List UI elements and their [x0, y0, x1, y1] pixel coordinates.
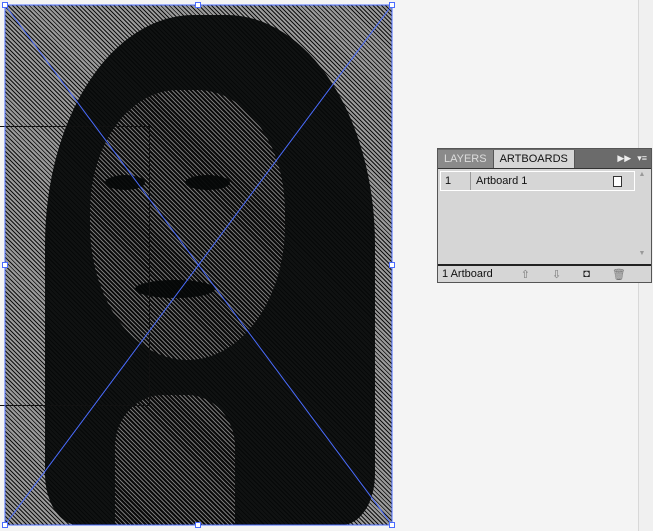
resize-handle[interactable]	[389, 522, 395, 528]
artboard-count: 1 Artboard	[442, 268, 493, 280]
move-up-icon[interactable]: ⇧	[521, 268, 530, 281]
resize-handle[interactable]	[2, 2, 8, 8]
resize-handle[interactable]	[2, 262, 8, 268]
resize-handle[interactable]	[2, 522, 8, 528]
resize-handle[interactable]	[195, 2, 201, 8]
resize-handle[interactable]	[389, 2, 395, 8]
scrollbar[interactable]: ▲ ▼	[635, 171, 649, 263]
new-artboard-icon[interactable]: ◘	[583, 268, 590, 280]
artboard-number: 1	[441, 172, 471, 190]
collapse-icon[interactable]: ▶▶	[617, 153, 631, 164]
artboards-panel: LAYERS ARTBOARDS ▶▶ ▾≡ 1 Artboard 1 ▲ ▼ 1 …	[437, 148, 652, 283]
artboard-name[interactable]: Artboard 1	[471, 175, 613, 187]
move-down-icon[interactable]: ⇩	[552, 268, 561, 281]
tab-artboards[interactable]: ARTBOARDS	[493, 150, 575, 168]
tab-layers[interactable]: LAYERS	[438, 150, 494, 168]
resize-handle[interactable]	[389, 262, 395, 268]
artboard-options-icon[interactable]	[613, 175, 622, 187]
delete-icon[interactable]: 🗑	[612, 268, 626, 281]
panel-menu-icon[interactable]: ▾≡	[637, 153, 647, 164]
list-item[interactable]: 1 Artboard 1	[440, 171, 635, 191]
resize-handle[interactable]	[195, 522, 201, 528]
artboard-list: 1 Artboard 1	[440, 171, 635, 263]
